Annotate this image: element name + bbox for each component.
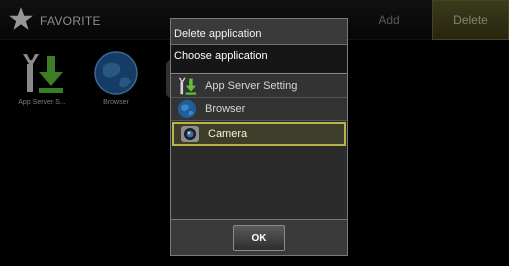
list-item-label: App Server Setting: [205, 80, 298, 92]
ok-button[interactable]: OK: [233, 225, 285, 251]
application-list: App Server Setting Browser Camera: [171, 75, 347, 147]
dialog-footer: OK: [171, 219, 347, 255]
camera-icon: [180, 124, 200, 144]
delete-application-dialog: Delete application Choose application Ap…: [170, 18, 348, 256]
wrench-download-icon: [177, 76, 197, 96]
list-item-camera[interactable]: Camera: [172, 122, 346, 146]
list-item-browser[interactable]: Browser: [171, 98, 347, 121]
list-item-label: Browser: [205, 103, 246, 115]
list-item-label: Camera: [208, 128, 248, 140]
globe-icon: [177, 99, 197, 119]
dialog-title: Delete application: [171, 19, 347, 45]
list-item-app-server-setting[interactable]: App Server Setting: [171, 75, 347, 98]
dialog-subtitle: Choose application: [171, 45, 347, 74]
